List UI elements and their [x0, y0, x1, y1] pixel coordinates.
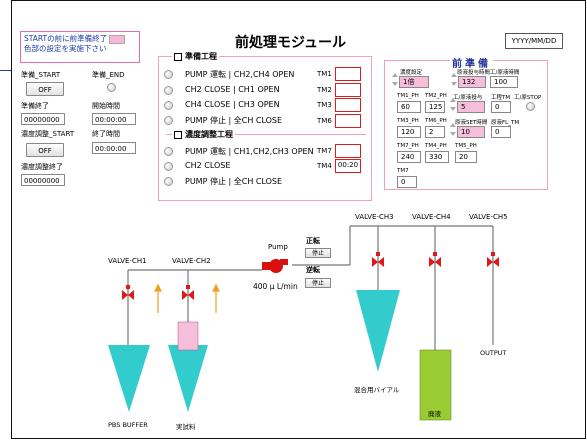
valve-ch2-label: VALVE-CH2 — [172, 257, 211, 265]
pump-icon[interactable] — [262, 259, 288, 273]
pbs-buffer-label: PBS BUFFER — [108, 421, 148, 429]
valve-ch5-label: VALVE-CH5 — [469, 213, 508, 221]
reverse-label: 逆転 — [306, 266, 320, 274]
flow-rate: 400 μ L/min — [253, 282, 298, 291]
mix-vial-label: 混合用バイアル — [354, 386, 400, 394]
pump-label: Pump — [268, 243, 288, 251]
waste-label: 廃液 — [428, 410, 441, 418]
forward-stop-button[interactable]: 停止 — [305, 248, 331, 258]
output-label: OUTPUT — [480, 349, 507, 357]
sample-label: 実試料 — [176, 423, 196, 431]
valve-ch1-label: VALVE-CH1 — [108, 257, 147, 265]
valve-ch4-label: VALVE-CH4 — [412, 213, 451, 221]
forward-label: 正転 — [306, 237, 320, 245]
pbs-tank — [108, 345, 150, 412]
reverse-stop-button[interactable]: 停止 — [305, 278, 331, 288]
valve-ch3-label: VALVE-CH3 — [355, 213, 394, 221]
mix-vial-tank — [356, 290, 400, 372]
sample-vessel — [177, 321, 199, 351]
sample-tank — [168, 345, 208, 412]
flow-arrow-icon — [154, 283, 220, 313]
